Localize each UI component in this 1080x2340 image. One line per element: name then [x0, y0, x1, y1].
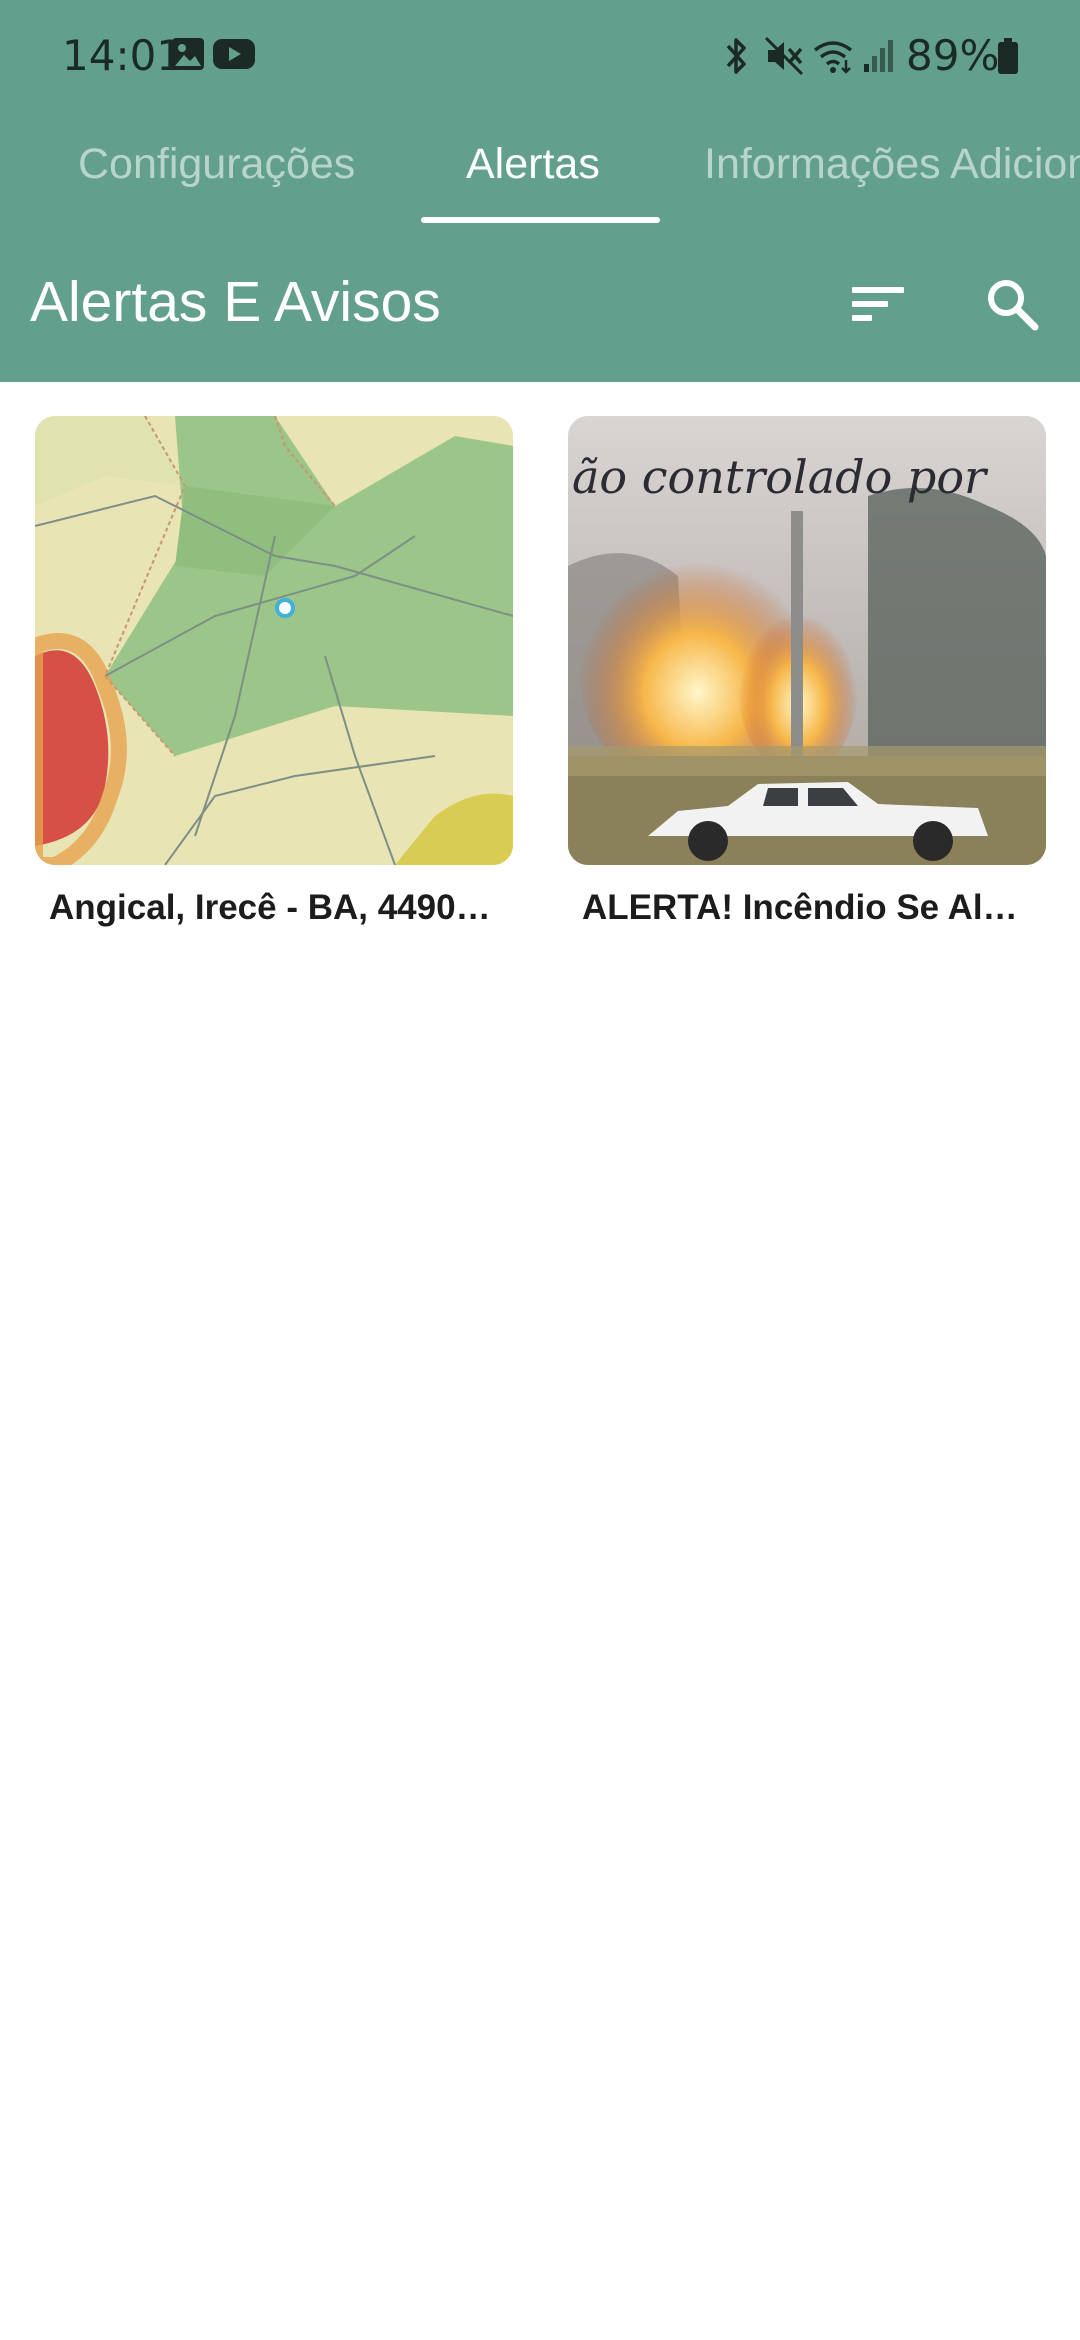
sort-icon: [850, 284, 906, 324]
tab-alertas[interactable]: Alertas: [466, 124, 600, 204]
gallery-icon: [170, 36, 206, 76]
alert-card-2[interactable]: ão controlado por ALERTA! Incêndio Se Al…: [568, 416, 1046, 933]
mute-icon: [764, 36, 804, 76]
sort-button[interactable]: [836, 262, 920, 346]
youtube-icon: [212, 36, 256, 76]
card-title: Angical, Irecê - BA, 44900-000, Brasil: [49, 888, 513, 927]
alert-card-1[interactable]: Angical, Irecê - BA, 44900-000, Brasil: [35, 416, 513, 933]
image-handwritten-text: ão controlado por: [572, 450, 987, 504]
page-title: Alertas E Avisos: [30, 270, 441, 334]
fire-photo-thumbnail[interactable]: ão controlado por: [568, 416, 1046, 865]
active-tab-indicator: [421, 217, 660, 223]
search-icon: [985, 277, 1039, 331]
search-button[interactable]: [970, 262, 1054, 346]
bluetooth-icon: [720, 36, 752, 76]
battery-percentage: 89%: [906, 31, 1000, 80]
wifi-icon: [812, 36, 854, 76]
battery-icon: [996, 36, 1020, 76]
card-title: ALERTA! Incêndio Se Alastra: [582, 888, 1046, 927]
tab-bar: Configurações Alertas Informações Adicio…: [0, 110, 1080, 225]
map-thumbnail[interactable]: [35, 416, 513, 865]
status-bar: 14:01 89%: [0, 0, 1080, 110]
tab-configuracoes[interactable]: Configurações: [78, 124, 355, 204]
signal-icon: [862, 36, 896, 76]
tab-informacoes-adicionais[interactable]: Informações Adicionais: [704, 124, 1080, 204]
app-header: 14:01 89% Configurações Alertas Informaç…: [0, 0, 1080, 382]
status-time: 14:01: [62, 31, 184, 80]
